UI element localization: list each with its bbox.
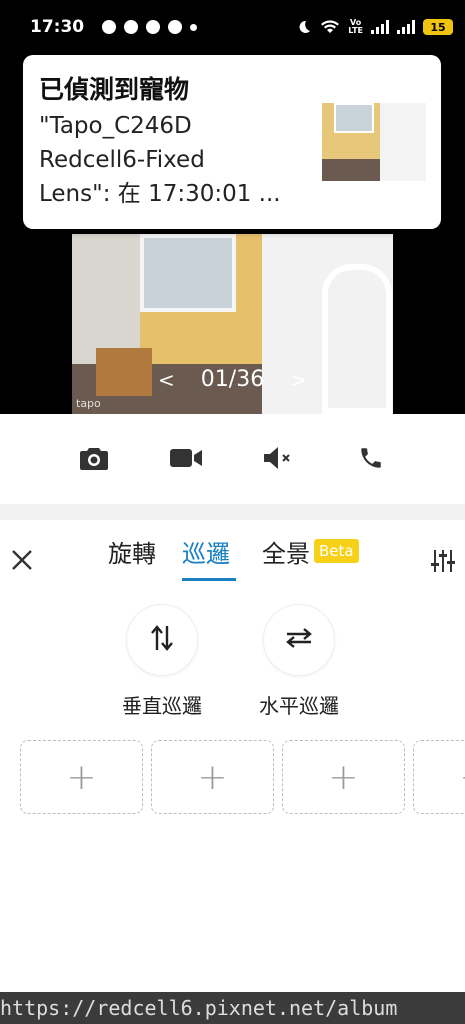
adjust-settings-button[interactable] bbox=[430, 548, 456, 574]
video-camera-icon bbox=[170, 447, 203, 473]
notification-body: "Tapo_C246D Redcell6-Fixed Lens": 在 17:3… bbox=[39, 113, 281, 207]
snapshot-pager: < 01/36 > bbox=[72, 367, 393, 392]
battery-icon: 15 bbox=[423, 19, 453, 35]
vertical-patrol: 垂直巡邏 bbox=[122, 604, 202, 719]
status-time: 17:30 bbox=[30, 17, 85, 37]
close-button[interactable] bbox=[10, 548, 34, 572]
mute-button[interactable] bbox=[259, 440, 299, 480]
tab-panorama[interactable]: 全景 Beta bbox=[262, 536, 359, 572]
camera-icon bbox=[80, 446, 109, 474]
snapshot-window bbox=[140, 234, 236, 312]
talk-button[interactable] bbox=[351, 440, 391, 480]
snapshot-wall bbox=[72, 234, 140, 364]
more-notifications-dot-icon bbox=[190, 23, 198, 31]
phone-icon bbox=[358, 445, 384, 475]
moon-icon bbox=[296, 19, 312, 35]
plus-icon: + bbox=[459, 757, 465, 798]
wifi-icon bbox=[320, 19, 340, 35]
contacts-icon bbox=[124, 20, 139, 34]
notification-thumbnail bbox=[322, 103, 426, 181]
next-snapshot-button[interactable]: > bbox=[290, 368, 307, 392]
ptz-sheet: 旋轉 巡邏 全景 Beta 垂直巡邏 水平巡邏 + + + bbox=[0, 520, 465, 992]
vertical-arrows-icon bbox=[149, 624, 175, 656]
add-preset-slot[interactable]: + bbox=[151, 740, 274, 814]
camera-snapshot[interactable]: tapo < 01/36 > bbox=[72, 234, 393, 414]
facebook-icon bbox=[102, 20, 117, 34]
plus-icon: + bbox=[197, 756, 228, 798]
camera-controls bbox=[0, 414, 465, 506]
active-tab-indicator bbox=[182, 578, 236, 581]
snapshot-counter: 01/36 bbox=[200, 367, 265, 392]
signal-icon-sim2 bbox=[397, 20, 415, 34]
vertical-patrol-button[interactable] bbox=[126, 604, 198, 676]
thumb-door bbox=[380, 103, 426, 181]
close-icon bbox=[12, 550, 32, 570]
pet-detected-notification[interactable]: 已偵測到寵物 "Tapo_C246D Redcell6-Fixed Lens":… bbox=[23, 55, 441, 229]
add-preset-slot[interactable]: + bbox=[282, 740, 405, 814]
speaker-muted-icon bbox=[263, 446, 294, 474]
thumb-floor bbox=[322, 159, 380, 181]
signal-icon-sim1 bbox=[371, 20, 389, 34]
add-preset-slot[interactable]: + bbox=[413, 740, 465, 814]
horizontal-patrol-label: 水平巡邏 bbox=[259, 694, 339, 718]
ptz-tabs: 旋轉 巡邏 全景 Beta bbox=[108, 536, 359, 581]
status-bar: 17:30 Vo LTE 15 bbox=[0, 0, 465, 54]
chat-bubble-icon bbox=[146, 20, 161, 34]
snapshot-button[interactable] bbox=[74, 440, 114, 480]
tab-rotate-label: 旋轉 bbox=[108, 540, 156, 568]
thumb-window bbox=[334, 103, 374, 133]
tapo-watermark: tapo bbox=[76, 397, 101, 410]
plus-icon: + bbox=[66, 756, 97, 798]
horizontal-patrol: 水平巡邏 bbox=[259, 604, 339, 719]
tab-panorama-label: 全景 bbox=[262, 540, 310, 568]
section-divider bbox=[0, 504, 465, 520]
volte-indicator: Vo LTE bbox=[348, 18, 363, 35]
record-button[interactable] bbox=[166, 440, 206, 480]
sliders-icon bbox=[431, 550, 455, 572]
watermark-url: https://redcell6.pixnet.net/album bbox=[0, 992, 465, 1024]
plus-icon: + bbox=[328, 756, 359, 798]
horizontal-arrows-icon bbox=[285, 626, 313, 654]
beta-badge: Beta bbox=[314, 539, 359, 563]
add-preset-slot[interactable]: + bbox=[20, 740, 143, 814]
prev-snapshot-button[interactable]: < bbox=[158, 368, 175, 392]
vertical-patrol-label: 垂直巡邏 bbox=[122, 694, 202, 718]
tab-patrol-label: 巡邏 bbox=[182, 540, 230, 568]
preset-slots: + + + + bbox=[20, 740, 465, 814]
tab-patrol[interactable]: 巡邏 bbox=[182, 536, 236, 581]
messenger-icon bbox=[168, 20, 183, 34]
horizontal-patrol-button[interactable] bbox=[263, 604, 335, 676]
notification-title: 已偵測到寵物 bbox=[39, 75, 190, 104]
tab-rotate[interactable]: 旋轉 bbox=[108, 536, 156, 572]
